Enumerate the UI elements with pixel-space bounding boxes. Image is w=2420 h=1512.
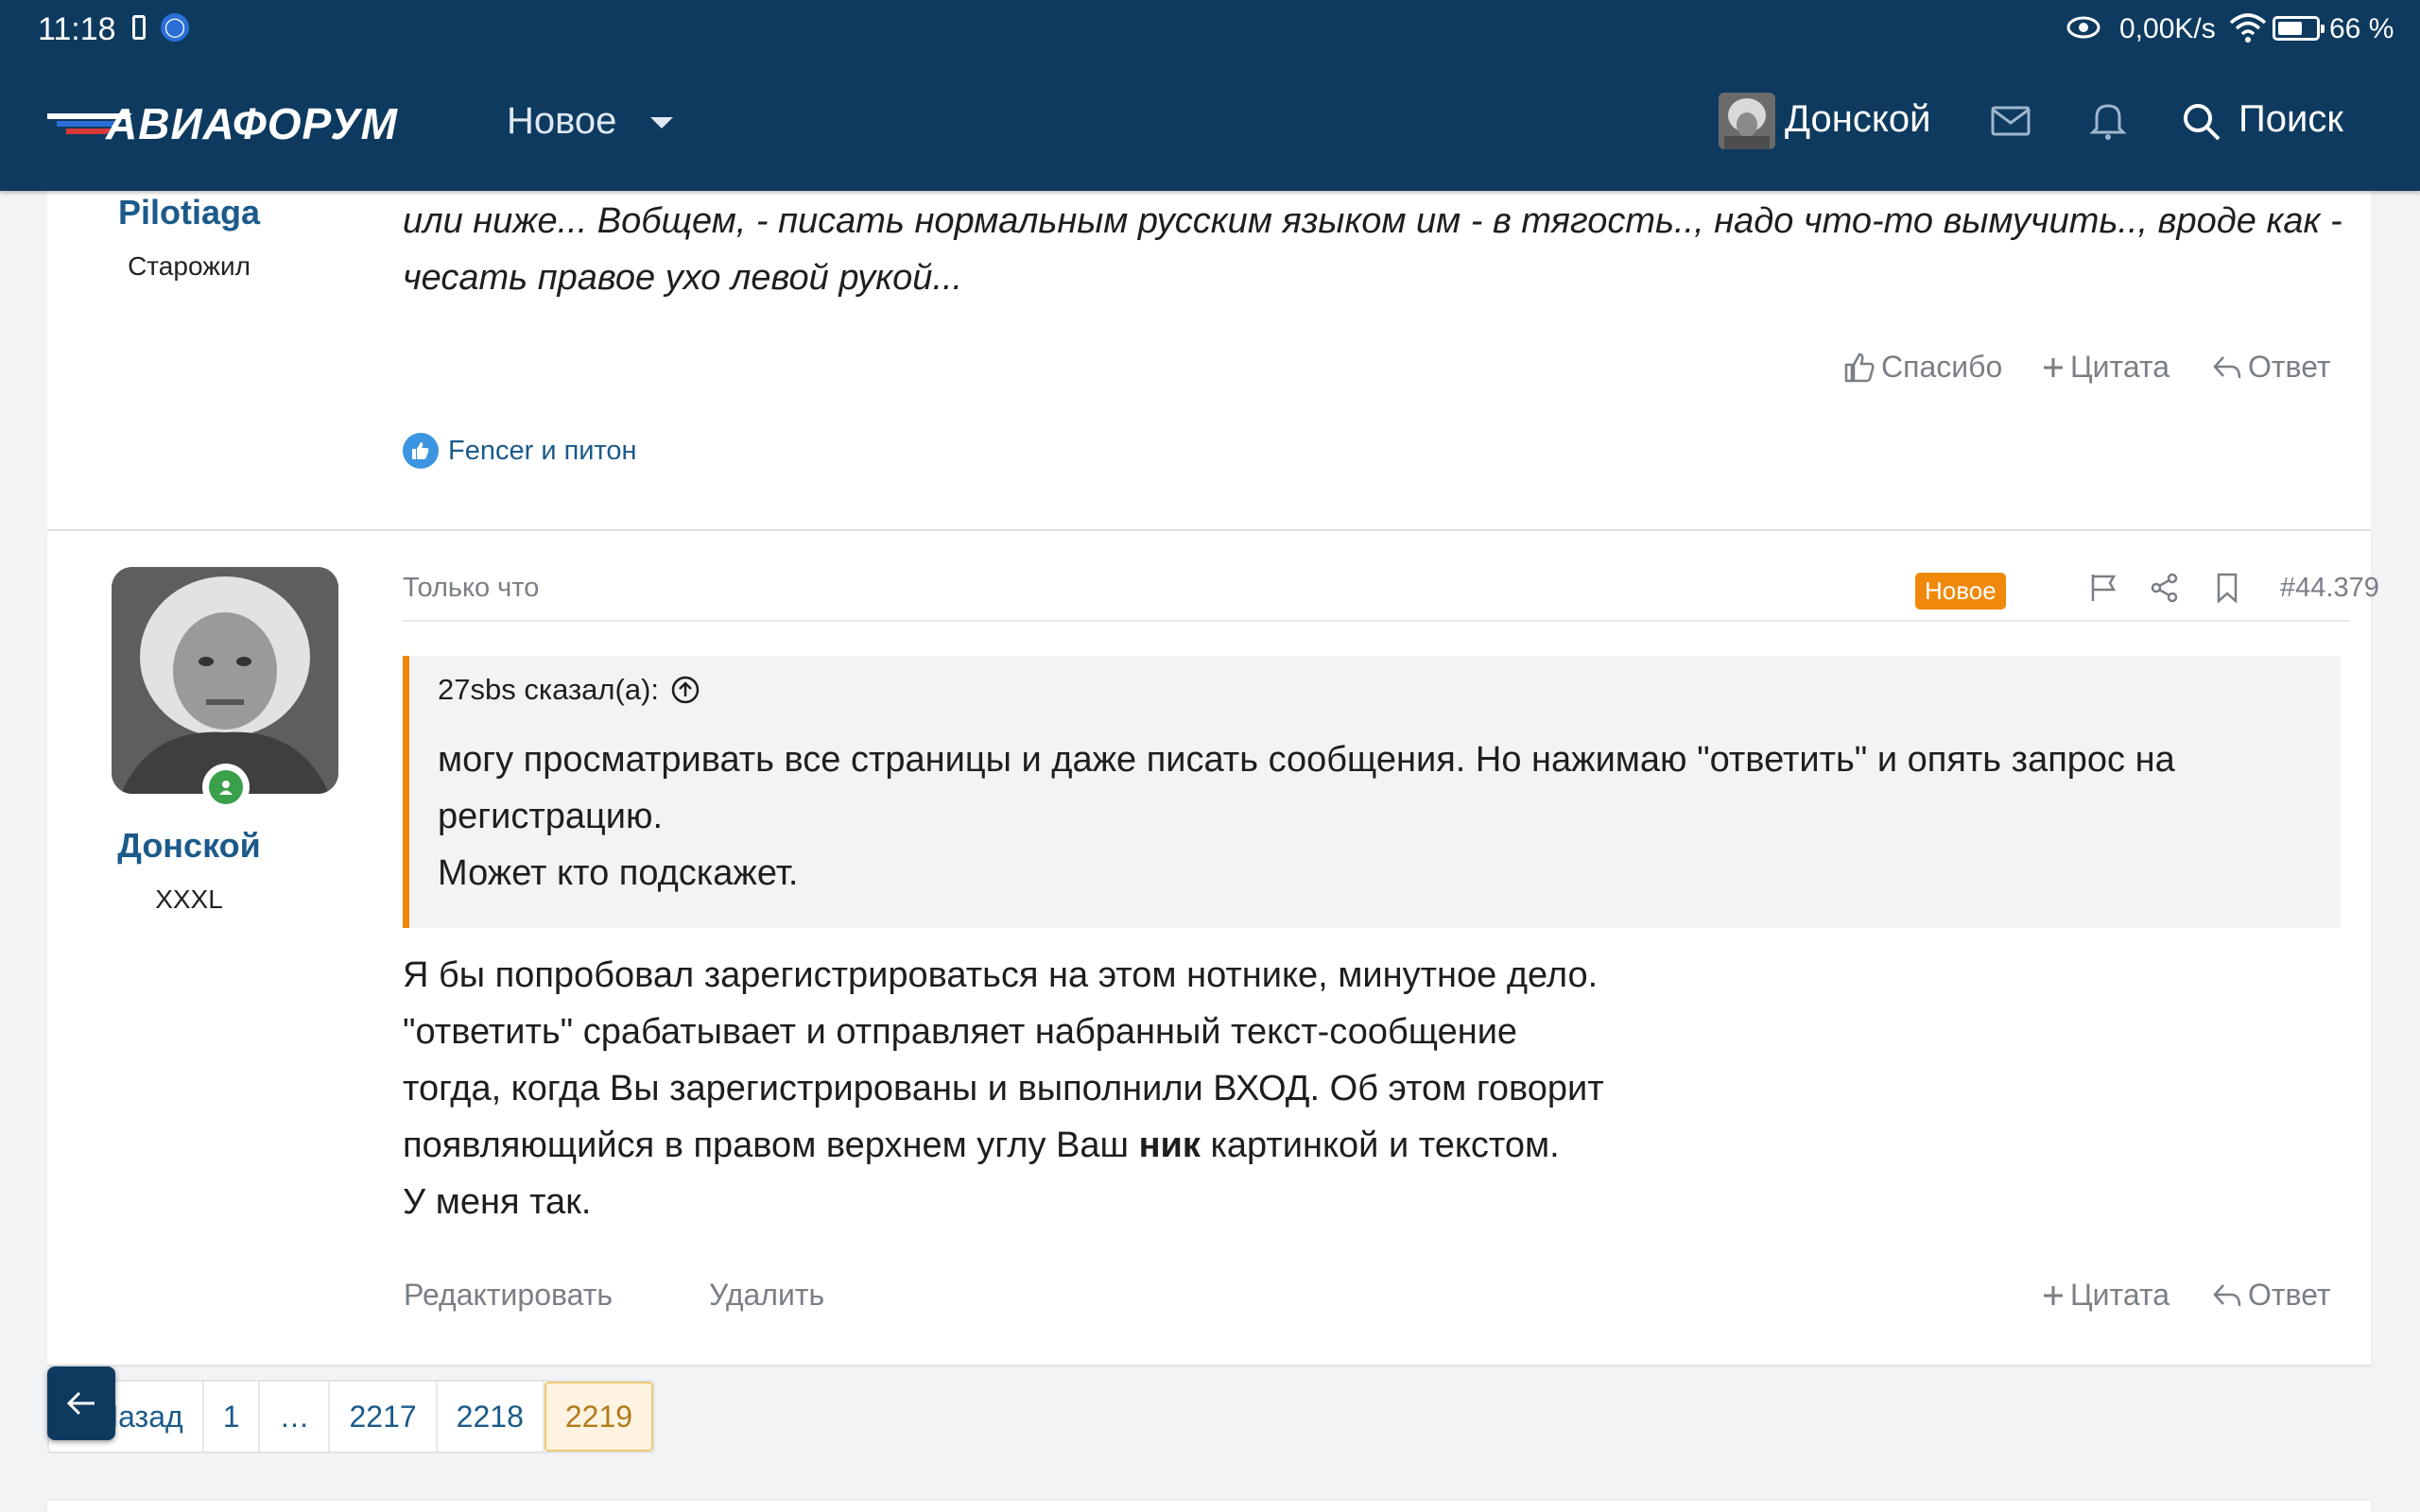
reactions-bar[interactable]: Fencer и питон <box>403 433 637 469</box>
quote-header[interactable]: 27sbs сказал(а): <box>438 673 700 707</box>
post-text: или ниже... Вобщем, - писать нормальным … <box>403 201 2342 298</box>
search-icon[interactable] <box>2182 102 2221 142</box>
nav-username[interactable]: Донской <box>1785 98 1930 141</box>
page-ellipsis[interactable]: … <box>260 1382 331 1452</box>
thumbs-up-icon <box>1844 352 1875 382</box>
reply-button[interactable]: Ответ <box>2212 1278 2331 1313</box>
network-speed: 0,00K/s <box>2119 13 2216 44</box>
site-logo[interactable]: АВИАФОРУМ <box>47 98 435 148</box>
pagination: Назад 1 … 2217 2218 2219 <box>47 1380 656 1453</box>
quote-button[interactable]: Цитата <box>2042 1278 2169 1313</box>
arrow-up-circle-icon[interactable] <box>670 675 700 705</box>
page-link[interactable]: 1 <box>204 1382 261 1452</box>
thanks-label: Спасибо <box>1881 350 2003 384</box>
status-bar: 11:18 ◯ 0,00K/s 66 % <box>0 0 2420 59</box>
meta-divider <box>403 620 2350 622</box>
quote-line: могу просматривать все страницы и даже п… <box>438 740 2175 780</box>
post-author-title: Старожил <box>128 251 251 281</box>
body-line: У меня так. <box>403 1182 592 1222</box>
quote-line: регистрацию. <box>438 797 664 836</box>
post-donskoy: Донской XXXL Только что Новое #44.379 27… <box>47 531 2379 1365</box>
reply-label: Ответ <box>2248 1278 2331 1312</box>
plus-icon <box>2044 357 2063 377</box>
back-button[interactable] <box>47 1366 115 1440</box>
post-number[interactable]: #44.379 <box>2280 573 2379 604</box>
battery-alert-icon <box>132 15 146 40</box>
body-line: появляющийся в правом верхнем углу Ваш н… <box>403 1117 2350 1174</box>
body-line: Я бы попробовал зарегистрироваться на эт… <box>403 955 1599 995</box>
post-author-name[interactable]: Pilotiaga <box>47 193 331 232</box>
quote-line: Может кто подскажет. <box>438 853 799 893</box>
body-line: тогда, когда Вы зарегистрированы и выпол… <box>403 1069 1604 1108</box>
next-panel <box>47 1501 2371 1512</box>
battery-icon <box>2273 16 2325 41</box>
flag-icon[interactable] <box>2087 571 2121 605</box>
chevron-down-icon[interactable] <box>650 117 673 129</box>
page-link[interactable]: 2217 <box>330 1382 438 1452</box>
body-text: картинкой и текстом. <box>1200 1125 1560 1165</box>
thanks-button[interactable]: Спасибо <box>1843 350 2002 385</box>
quote-block: 27sbs сказал(а): могу просматривать все … <box>403 656 2341 928</box>
body-line: "ответить" срабатывает и отправляет набр… <box>403 1012 1518 1052</box>
lightbulb-icon: ◯ <box>161 13 189 42</box>
edit-button[interactable]: Редактировать <box>404 1278 613 1313</box>
plus-icon <box>2044 1285 2063 1305</box>
new-badge: Новое <box>1915 573 2006 610</box>
like-icon <box>403 433 439 469</box>
quote-label: Цитата <box>2070 350 2170 384</box>
page-current[interactable]: 2219 <box>544 1382 654 1452</box>
post-body: Я бы попробовал зарегистрироваться на эт… <box>403 947 2350 1230</box>
user-avatar[interactable] <box>1719 93 1775 149</box>
reactions-users[interactable]: Fencer и питон <box>448 436 637 467</box>
nav-new-menu[interactable]: Новое <box>507 100 616 143</box>
post-author-title: XXXL <box>155 885 223 914</box>
author-avatar[interactable] <box>112 567 338 794</box>
battery-percent: 66 % <box>2329 13 2394 44</box>
page-link[interactable]: 2218 <box>438 1382 544 1452</box>
arrow-left-icon <box>66 1391 95 1416</box>
body-text: появляющийся в правом верхнем углу Ваш <box>403 1125 1139 1165</box>
post-timestamp[interactable]: Только что <box>403 573 539 604</box>
online-status-icon <box>202 764 250 811</box>
bell-icon[interactable] <box>2089 100 2127 140</box>
logo-text: АВИАФОРУМ <box>106 99 398 148</box>
post-author-name[interactable]: Донской <box>47 826 331 866</box>
quote-author[interactable]: 27sbs сказал(а): <box>438 673 659 707</box>
bookmark-icon[interactable] <box>2210 571 2244 605</box>
quote-text: могу просматривать все страницы и даже п… <box>438 731 2319 902</box>
mail-icon[interactable] <box>1991 106 2031 136</box>
reply-icon <box>2213 355 2241 378</box>
quote-button[interactable]: Цитата <box>2042 350 2169 385</box>
delete-button[interactable]: Удалить <box>709 1278 824 1313</box>
nav-search[interactable]: Поиск <box>2238 98 2343 141</box>
reply-label: Ответ <box>2248 350 2331 384</box>
reply-button[interactable]: Ответ <box>2212 350 2331 385</box>
quote-label: Цитата <box>2070 1278 2170 1312</box>
top-navigation: АВИАФОРУМ Новое Донской Поиск <box>0 59 2420 191</box>
wifi-icon <box>2229 13 2267 43</box>
share-icon[interactable] <box>2148 571 2182 605</box>
body-bold: ник <box>1138 1125 1201 1165</box>
status-time: 11:18 <box>38 11 116 47</box>
post-pilotiaga: Pilotiaga Старожил или ниже... Вобщем, -… <box>47 191 2371 531</box>
reply-icon <box>2213 1283 2241 1306</box>
eye-icon <box>2066 16 2100 39</box>
